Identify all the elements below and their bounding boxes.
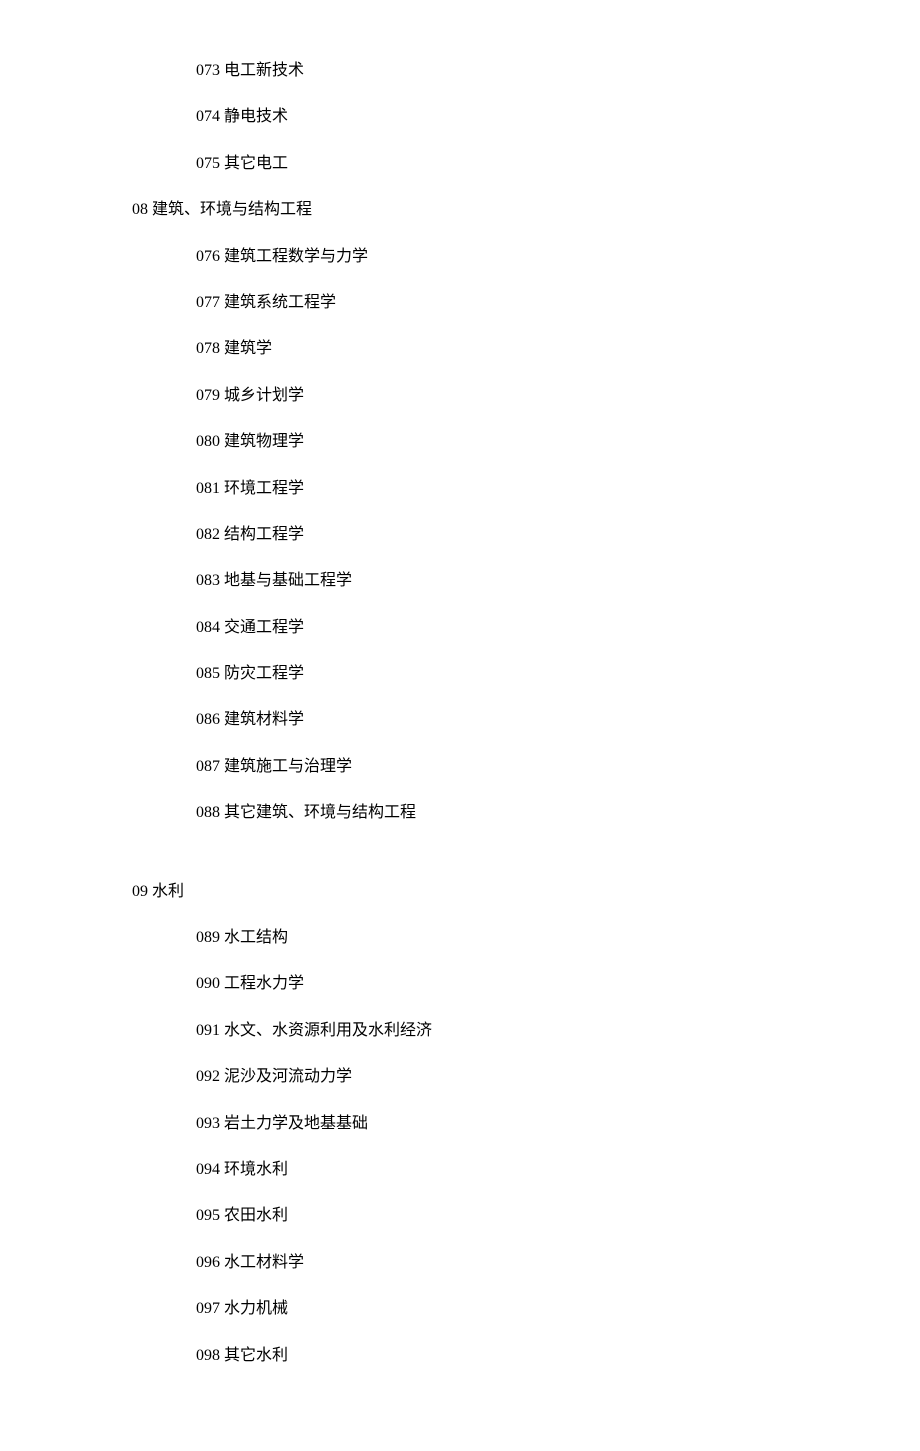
list-item: 093 岩土力学及地基基础 (0, 1113, 920, 1135)
list-item: 083 地基与基础工程学 (0, 570, 920, 592)
section-09: 09 水利 089 水工结构 090 工程水力学 091 水文、水资源利用及水利… (0, 881, 920, 1367)
list-item: 098 其它水利 (0, 1345, 920, 1367)
list-item: 073 电工新技术 (0, 60, 920, 82)
list-item: 081 环境工程学 (0, 478, 920, 500)
list-item: 089 水工结构 (0, 927, 920, 949)
leading-subitems: 073 电工新技术 074 静电技术 075 其它电工 (0, 60, 920, 175)
list-item: 076 建筑工程数学与力学 (0, 246, 920, 268)
list-item: 078 建筑学 (0, 338, 920, 360)
category-header: 08 建筑、环境与结构工程 (0, 199, 920, 221)
category-header: 09 水利 (0, 881, 920, 903)
list-item: 090 工程水力学 (0, 973, 920, 995)
list-item: 082 结构工程学 (0, 524, 920, 546)
section-gap (0, 849, 920, 873)
list-item: 095 农田水利 (0, 1205, 920, 1227)
list-item: 086 建筑材料学 (0, 709, 920, 731)
list-item: 079 城乡计划学 (0, 385, 920, 407)
list-item: 084 交通工程学 (0, 617, 920, 639)
section-08: 08 建筑、环境与结构工程 076 建筑工程数学与力学 077 建筑系统工程学 … (0, 199, 920, 824)
list-item: 074 静电技术 (0, 106, 920, 128)
list-item: 080 建筑物理学 (0, 431, 920, 453)
list-item: 085 防灾工程学 (0, 663, 920, 685)
list-item: 092 泥沙及河流动力学 (0, 1066, 920, 1088)
list-item: 091 水文、水资源利用及水利经济 (0, 1020, 920, 1042)
list-item: 087 建筑施工与治理学 (0, 756, 920, 778)
list-item: 097 水力机械 (0, 1298, 920, 1320)
list-item: 075 其它电工 (0, 153, 920, 175)
list-item: 088 其它建筑、环境与结构工程 (0, 802, 920, 824)
list-item: 094 环境水利 (0, 1159, 920, 1181)
list-item: 096 水工材料学 (0, 1252, 920, 1274)
list-item: 077 建筑系统工程学 (0, 292, 920, 314)
document-page: 073 电工新技术 074 静电技术 075 其它电工 08 建筑、环境与结构工… (0, 0, 920, 1451)
